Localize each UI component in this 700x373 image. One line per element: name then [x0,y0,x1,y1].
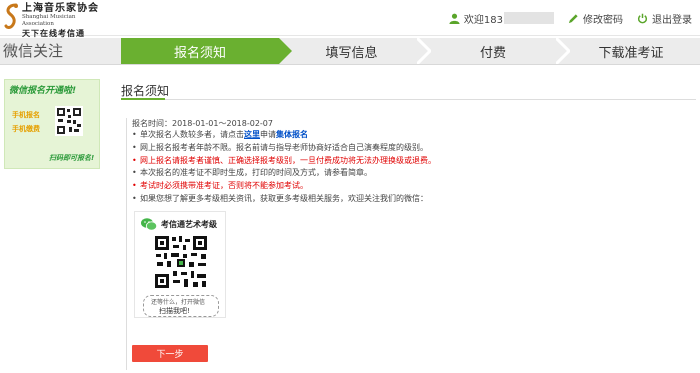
user-icon [449,13,460,24]
section-title: 报名须知 [121,84,170,98]
wechat-qr-card: 考信通艺术考级 还等什么，打开微信 扫描我吧! [134,211,226,318]
list-item: 如果您想了解更多考级相关资讯，获取更多考级相关服务，欢迎关注我们的微信： [132,193,436,206]
welcome-label: 欢迎183 [463,14,503,26]
pencil-icon [568,13,578,23]
top-header: 上海音乐家协会 Shanghai Musician Association 天下… [0,0,700,38]
step-notice[interactable]: 报名须知 [121,38,292,64]
banner-footer: 扫码即可报名! [49,154,95,162]
top-nav: 欢迎183 修改密码 退出登录 [435,10,692,26]
logout-link[interactable]: 退出登录 [637,11,692,26]
logo-emblem-icon [4,3,18,29]
note-text: 单次报名人数较多者，请点击 [140,130,244,139]
association-logo[interactable]: 上海音乐家协会 Shanghai Musician Association 天下… [4,2,100,38]
qr-code-icon [55,106,83,136]
step-download-ticket[interactable]: 下载准考证 [562,38,700,64]
content-border [126,118,127,370]
banner-line1: 手机报名 [12,111,40,119]
list-item: 本次报名的准考证不即时生成，打印的时间及方式，请参看简章。 [132,167,436,180]
logo-subtitle: 天下在线考信通 [22,28,85,38]
list-item-warning: 网上报名请报考者谨慎、正确选择报考级别，一旦付费成功将无法办理换级或退费。 [132,155,436,168]
wechat-banner[interactable]: 微信报名开通啦! 手机报名 手机缴费 扫码即可报名! [4,79,100,169]
section-accent [121,98,165,100]
logout-label: 退出登录 [652,14,692,26]
step-fill-info[interactable]: 填写信息 [279,38,424,64]
change-password-link[interactable]: 修改密码 [568,11,623,26]
welcome-user[interactable]: 欢迎183 [449,11,554,26]
banner-title: 微信报名开通啦! [9,86,77,96]
qr-code-icon [153,234,209,290]
next-step-button[interactable]: 下一步 [132,345,208,362]
hint-line2: 扫描我吧! [159,307,190,315]
registration-time: 报名时间：2018-01-01～2018-02-07 [132,119,273,128]
hint-line1: 还等什么，打开微信 [151,299,206,306]
sidebar-title: 微信关注 [3,42,64,60]
qr-card-title: 考信通艺术考级 [161,220,217,229]
group-registration-label: 集体报名 [276,130,308,139]
notice-list: 单次报名人数较多者，请点击这里申请集体报名 网上报名报考者年龄不限。报名前请与指… [132,129,436,206]
section-rule [121,99,696,100]
logo-chinese-name: 上海音乐家协会 [22,3,99,14]
banner-line2: 手机缴费 [12,125,40,133]
list-item-warning: 考试时必须携带准考证，否则将不能参加考试。 [132,180,436,193]
power-icon [637,13,648,23]
change-password-label: 修改密码 [583,14,623,26]
logo-english-name: Shanghai Musician Association [22,14,76,27]
note-text: 申请 [260,130,276,139]
wechat-icon [141,218,157,231]
step-payment[interactable]: 付费 [424,38,562,64]
list-item: 单次报名人数较多者，请点击这里申请集体报名 [132,129,436,142]
group-registration-link[interactable]: 这里 [244,130,260,139]
masked-username [504,12,554,24]
divider [0,64,700,65]
list-item: 网上报名报考者年龄不限。报名前请与指导老师协商好适合自己演奏程度的级别。 [132,142,436,155]
